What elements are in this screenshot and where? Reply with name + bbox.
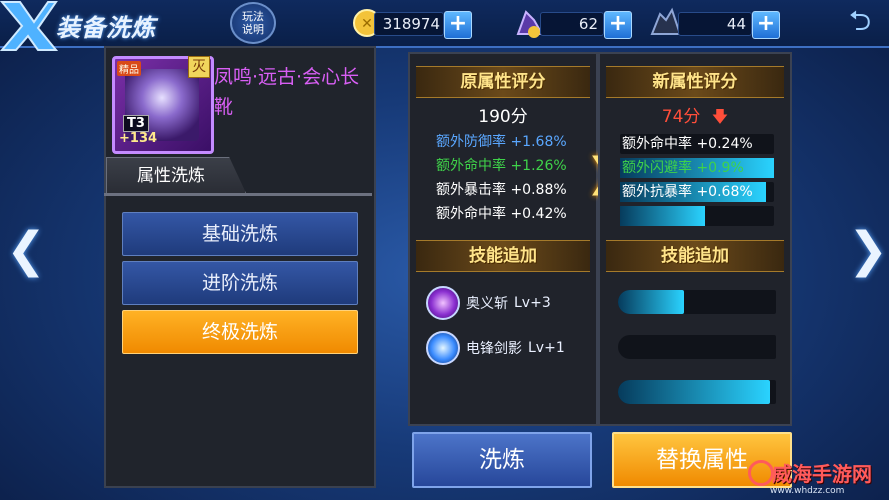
purple-orb-icon	[426, 286, 460, 320]
back-arrow-icon[interactable]: ⮌	[842, 6, 878, 36]
new-stat-text: 额外抗暴率 +0.68%	[622, 184, 753, 200]
stat-value: +1.26%	[510, 158, 567, 174]
svg-text:✕: ✕	[361, 16, 373, 32]
stat-name: 额外防御率	[436, 134, 506, 150]
skill-bar-fill	[618, 380, 770, 404]
skill-bar-track	[618, 335, 776, 359]
tab-attribute-wash[interactable]: 属性洗炼	[106, 157, 246, 193]
stat-value: +0.42%	[510, 206, 567, 222]
previous-item-arrow-icon[interactable]: ❮	[6, 222, 46, 278]
blue-orb-icon	[426, 331, 460, 365]
add-gem-a-button[interactable]: +	[604, 11, 632, 39]
original-stat-row: 额外防御率 +1.68%	[436, 131, 567, 153]
skill-bar-track	[618, 290, 776, 314]
level-bonus: +134	[119, 131, 158, 146]
add-gold-button[interactable]: +	[444, 11, 472, 39]
new-score-row: 74分 🡇	[606, 102, 784, 133]
gem-a-value: 62	[578, 15, 598, 33]
dark-crystal-icon	[650, 7, 682, 35]
tab-divider	[104, 193, 372, 196]
original-score: 190分	[478, 107, 528, 127]
add-gem-b-button[interactable]: +	[752, 11, 780, 39]
new-stat-row: 额外抗暴率 +0.68%	[620, 181, 774, 203]
watermark-text: 威海手游网	[772, 462, 872, 486]
gem-b-counter: 44 +	[648, 7, 780, 39]
ultimate-wash-button[interactable]: 终极洗炼	[122, 310, 358, 354]
new-score-title: 新属性评分	[606, 66, 784, 98]
stat-bar-track	[620, 206, 774, 226]
new-skills-title: 技能追加	[606, 240, 784, 272]
advanced-wash-button[interactable]: 进阶洗炼	[122, 261, 358, 305]
new-score: 74分	[661, 107, 701, 127]
item-name: 凤鸣·远古·会心长靴	[214, 66, 360, 118]
tier-badge: T3	[123, 115, 149, 132]
gem-a-counter: 62 +	[512, 8, 632, 39]
skill-bar-track	[618, 380, 776, 404]
skill-bar-fill	[618, 290, 684, 314]
stat-name: 额外命中率	[436, 206, 506, 222]
skill-level: Lv+1	[528, 340, 565, 356]
stat-value: +1.68%	[510, 134, 567, 150]
original-stat-row: 额外暴击率 +0.88%	[436, 179, 567, 201]
new-stat-text: 额外命中率 +0.24%	[622, 136, 753, 152]
score-down-arrow-icon: 🡇	[711, 107, 729, 126]
new-stat-row: 额外闪避率 +0.9%	[620, 157, 774, 179]
watermark-subtext: www.whdzz.com	[770, 486, 845, 496]
new-stat-row: 额外命中率 +0.24%	[620, 133, 774, 155]
skill-row: 电锋剑影 Lv+1	[426, 331, 565, 365]
new-stat-row	[620, 205, 774, 227]
skill-name: 电锋剑影	[466, 341, 522, 357]
wash-button[interactable]: 洗炼	[412, 432, 592, 488]
stat-value: +0.88%	[510, 182, 567, 198]
skill-name: 奥义斩	[466, 296, 508, 312]
stat-name: 额外命中率	[436, 158, 506, 174]
help-label: 玩法说明	[242, 10, 264, 36]
basic-wash-button[interactable]: 基础洗炼	[122, 212, 358, 256]
skill-row: 奥义斩 Lv+3	[426, 286, 551, 320]
skill-level: Lv+3	[514, 295, 551, 311]
help-button[interactable]: 玩法说明	[230, 2, 276, 44]
page-title: 装备洗炼	[56, 14, 156, 42]
next-item-arrow-icon[interactable]: ❯	[848, 222, 888, 278]
title-x-emblem-icon	[0, 0, 58, 51]
gold-counter: ✕ 318974 +	[352, 8, 472, 39]
bind-lock-icon: 灭	[188, 56, 210, 78]
gem-b-value: 44	[726, 15, 746, 33]
quality-tag: 精品	[117, 61, 141, 76]
original-skills-title: 技能追加	[416, 240, 590, 272]
original-stat-row: 额外命中率 +0.42%	[436, 203, 567, 225]
original-score-title: 原属性评分	[416, 66, 590, 98]
gold-value: 318974	[382, 15, 440, 33]
new-stat-text: 额外闪避率 +0.9%	[622, 160, 744, 176]
watermark-logo-icon	[748, 460, 774, 486]
stat-name: 额外暴击率	[436, 182, 506, 198]
original-stat-row: 额外命中率 +1.26%	[436, 155, 567, 177]
stat-bar-fill	[620, 206, 705, 226]
